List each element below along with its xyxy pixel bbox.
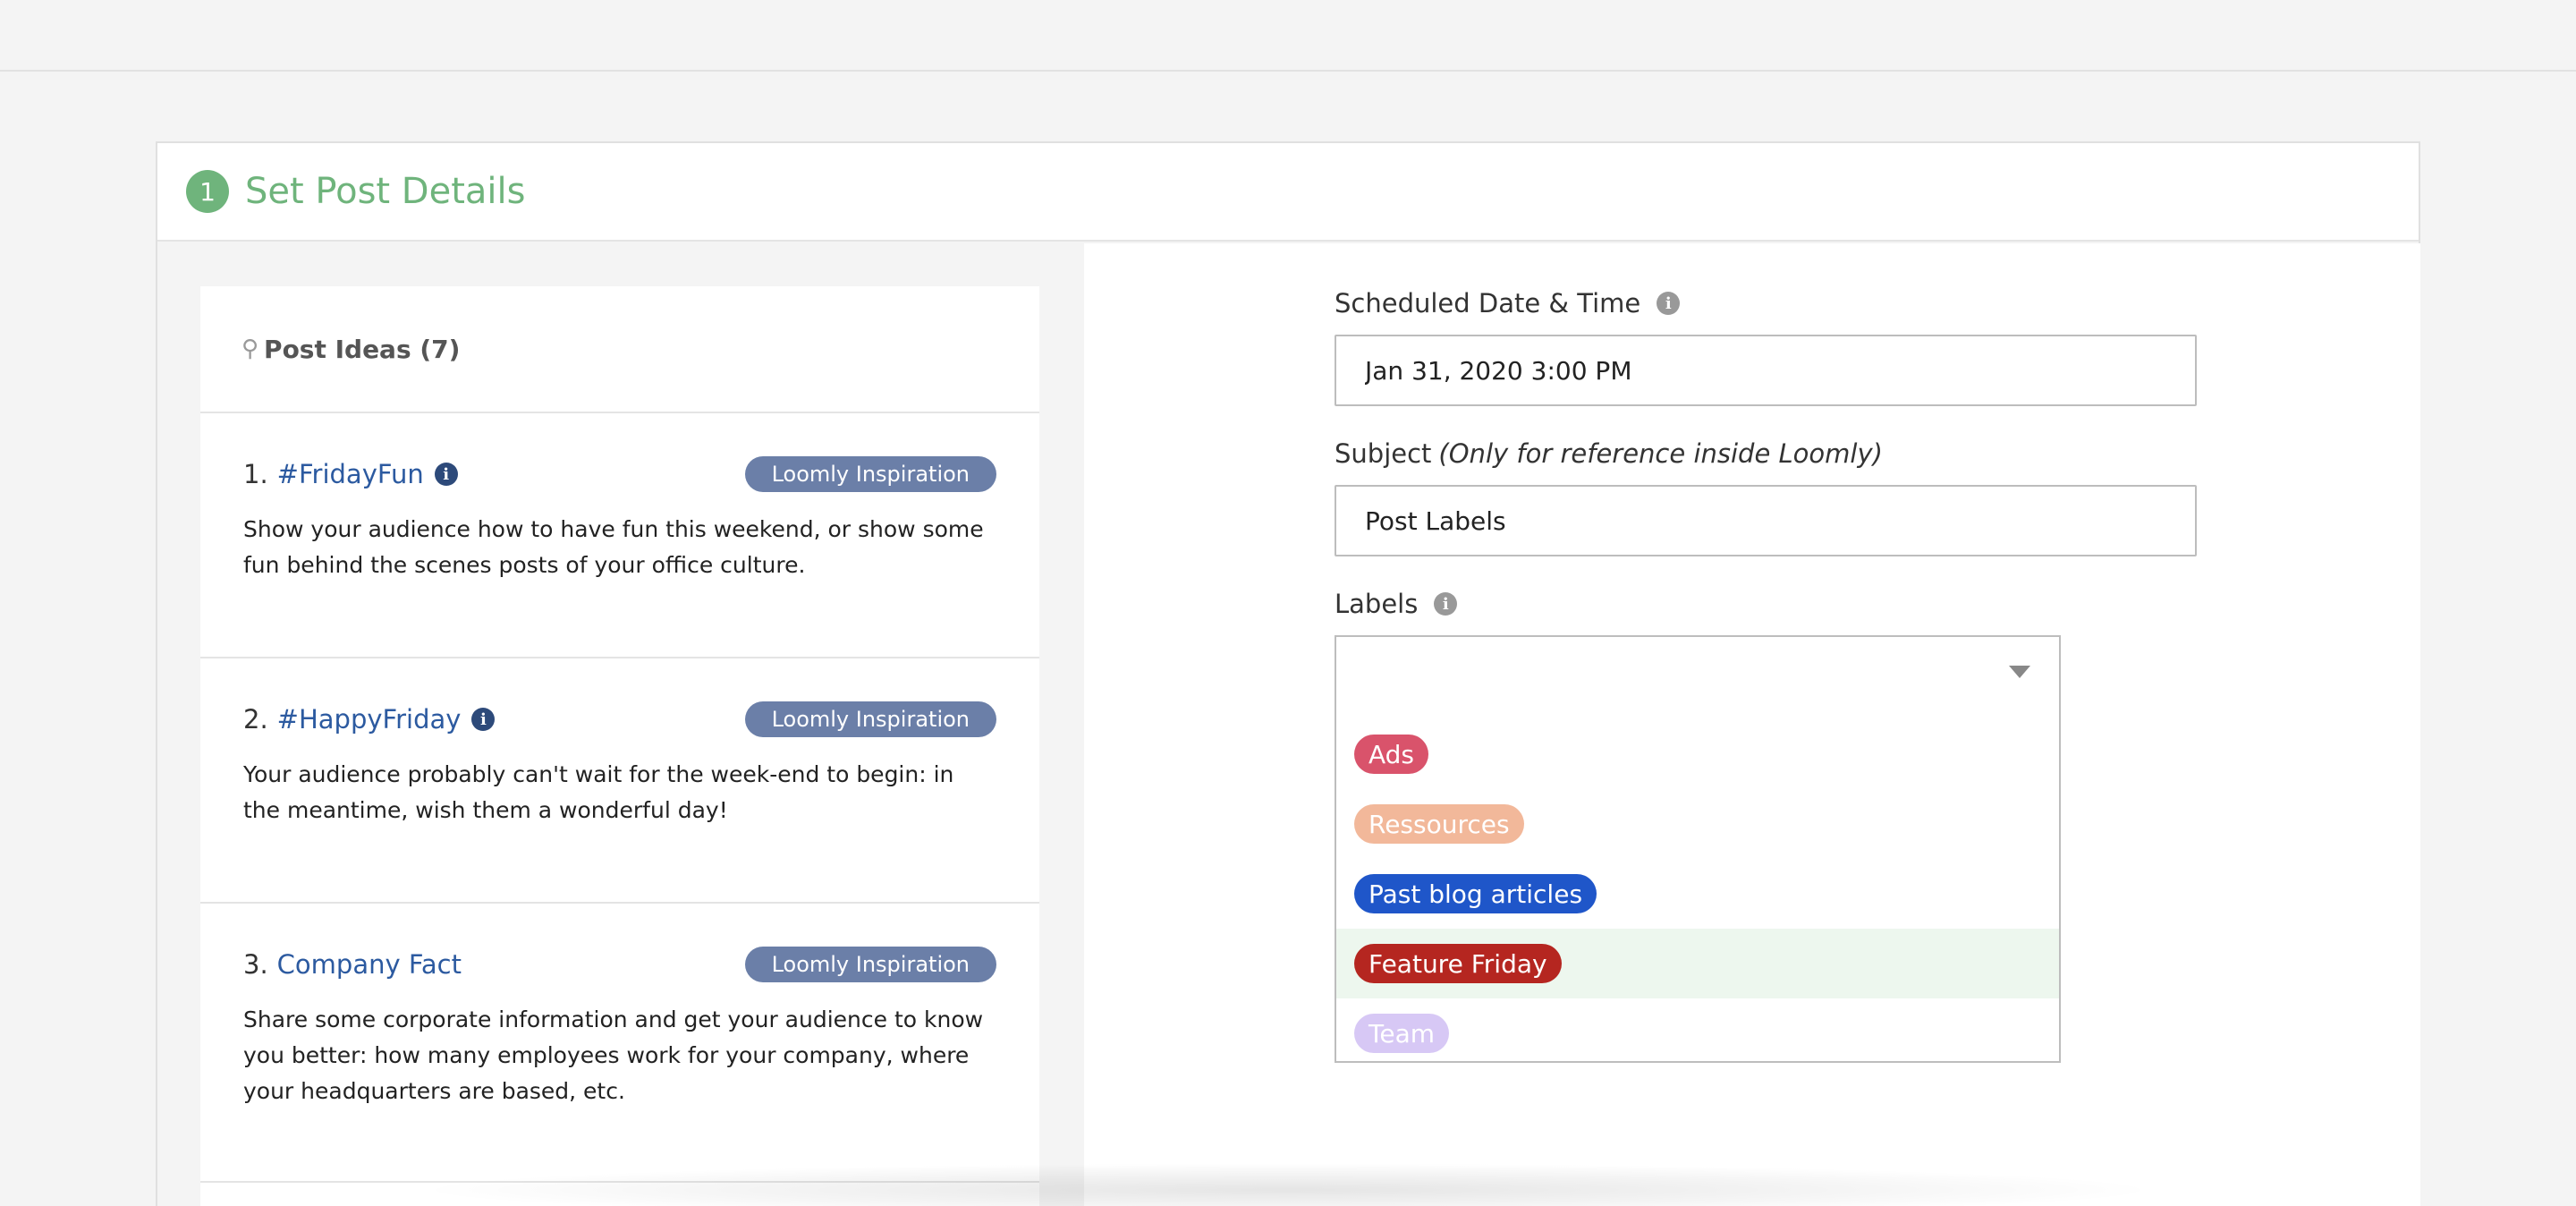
idea-number: 3. [243,949,268,980]
subject-hint: (Only for reference inside Loomly) [1438,438,1883,469]
info-icon[interactable]: i [1434,592,1458,616]
subject-input[interactable] [1335,485,2197,556]
post-ideas-heading: ⚲ Post Ideas (7) [200,286,1039,413]
bottom-shadow [411,1163,2165,1206]
info-icon[interactable]: i [1657,292,1681,315]
idea-description: Show your audience how to have fun this … [243,516,984,578]
labels-select[interactable] [1335,635,2061,707]
labels-dropdown: Ads Ressources Past blog articles Featur… [1335,705,2061,1063]
inspiration-tag: Loomly Inspiration [744,701,996,737]
idea-title-link[interactable]: #FridayFun [277,459,424,489]
label-pill: Team [1354,1014,1450,1053]
scheduled-date-label: Scheduled Date & Time i [1335,288,1681,318]
idea-number: 2. [243,704,268,735]
top-bar [0,0,2576,72]
label-option-feature-friday[interactable]: Feature Friday [1336,929,2059,998]
inspiration-tag: Loomly Inspiration [744,947,996,982]
idea-description: Your audience probably can't wait for th… [243,761,954,823]
labels-label-text: Labels [1335,589,1419,619]
info-icon[interactable]: i [471,708,496,731]
post-ideas-panel: ⚲ Post Ideas (7) 1. #FridayFun i Loomly … [200,286,1039,1206]
idea-title-link[interactable]: Company Fact [277,949,462,980]
post-idea-item[interactable]: 3. Company Fact Loomly Inspiration Share… [200,904,1039,1183]
card-header: 1 Set Post Details [157,143,2419,242]
scheduled-date-input[interactable] [1335,335,2197,406]
label-pill: Past blog articles [1354,874,1597,913]
label-option-ressources[interactable]: Ressources [1336,789,2059,859]
scheduled-date-label-text: Scheduled Date & Time [1335,288,1641,318]
step-number-badge: 1 [186,170,229,213]
idea-description: Share some corporate information and get… [243,1006,984,1104]
label-pill: Ads [1354,735,1429,774]
post-details-card: 1 Set Post Details ⚲ Post Ideas (7) 1. #… [156,141,2420,1206]
labels-label: Labels i [1335,589,1458,619]
idea-number: 1. [243,459,268,489]
lightbulb-icon: ⚲ [242,335,259,362]
label-option-team[interactable]: Team [1336,998,2059,1068]
post-ideas-title: Post Ideas (7) [264,334,461,364]
post-idea-item[interactable]: 1. #FridayFun i Loomly Inspiration Show … [200,413,1039,658]
info-icon[interactable]: i [434,463,458,486]
post-idea-item[interactable]: 2. #HappyFriday i Loomly Inspiration You… [200,658,1039,904]
chevron-down-icon[interactable] [2009,666,2030,678]
subject-label: Subject (Only for reference inside Looml… [1335,438,1883,469]
label-pill: Feature Friday [1354,944,1562,983]
label-pill: Ressources [1354,804,1524,844]
label-option-ads[interactable]: Ads [1336,719,2059,789]
label-option-past-blog-articles[interactable]: Past blog articles [1336,859,2059,929]
inspiration-tag: Loomly Inspiration [744,456,996,492]
card-title: Set Post Details [245,171,526,212]
idea-title-link[interactable]: #HappyFriday [277,704,462,735]
subject-label-text: Subject [1335,438,1432,469]
